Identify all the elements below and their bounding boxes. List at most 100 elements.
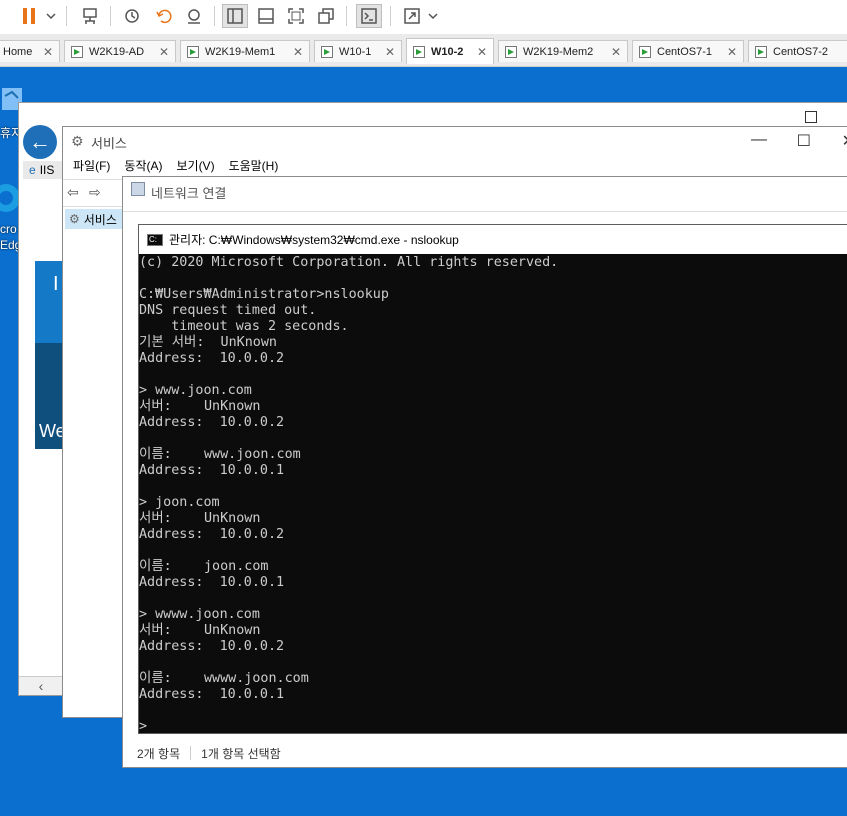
chevron-left-icon[interactable]: ‹ <box>39 678 44 694</box>
menu-file[interactable]: 파일(F) <box>73 157 110 177</box>
iis-tab[interactable]: e IIS <box>23 161 67 179</box>
vm-tab-bar: Home ✕ W2K19-AD ✕ W2K19-Mem1 ✕ W10-1 ✕ W… <box>0 34 847 67</box>
menu-bar: 파일(F) 동작(A) 보기(V) 도움말(H) <box>63 157 282 177</box>
tab-label: Home <box>3 45 33 58</box>
library-icon <box>258 8 274 24</box>
console-line: 서버: UnKnown <box>139 399 261 414</box>
tab-w2k19-mem2[interactable]: W2K19-Mem2 ✕ <box>498 40 628 62</box>
tab-w2k19-mem1[interactable]: W2K19-Mem1 ✕ <box>180 40 310 62</box>
stretch-dropdown-button[interactable] <box>426 4 440 28</box>
menu-action[interactable]: 동작(A) <box>124 157 162 177</box>
console-line: Address: 10.0.0.2 <box>139 527 285 542</box>
vm-icon <box>321 45 333 58</box>
vm-icon <box>505 45 517 58</box>
revert-snapshot-button[interactable] <box>152 4 176 28</box>
fullscreen-button[interactable] <box>284 4 308 28</box>
tab-label: W2K19-Mem2 <box>523 45 594 58</box>
sidebar-icon <box>227 8 243 24</box>
maximize-icon[interactable] <box>805 111 817 123</box>
console-line: timeout was 2 seconds. <box>139 319 349 334</box>
gear-icon: ⚙ <box>71 133 84 149</box>
network-icon <box>83 8 97 24</box>
vm-icon <box>187 45 199 58</box>
console-line: Address: 10.0.0.1 <box>139 575 285 590</box>
vm-icon <box>755 45 767 58</box>
close-button[interactable]: ✕ <box>842 131 847 151</box>
network-connections-icon <box>131 182 145 196</box>
send-ctrl-alt-del-button[interactable] <box>78 4 102 28</box>
console-output[interactable]: (c) 2020 Microsoft Corporation. All righ… <box>139 255 847 733</box>
edge-icon[interactable] <box>0 178 20 218</box>
divider <box>190 746 192 760</box>
vmware-toolbar <box>0 0 847 34</box>
back-arrow-icon[interactable]: ← <box>23 125 57 159</box>
tab-w10-1[interactable]: W10-1 ✕ <box>314 40 402 62</box>
close-icon[interactable]: ✕ <box>725 45 739 59</box>
console-line: 이름: www.joon.com <box>139 447 301 462</box>
cmd-window: C: 관리자: C:₩Windows₩system32₩cmd.exe - ns… <box>138 224 847 734</box>
console-line: 이름: wwww.joon.com <box>139 671 309 686</box>
close-icon[interactable]: ✕ <box>157 45 171 59</box>
console-line: > joon.com <box>139 495 220 510</box>
tree-item-services[interactable]: ⚙ 서비스 <box>65 209 125 229</box>
unity-icon <box>318 8 334 24</box>
console-line: Address: 10.0.0.2 <box>139 639 285 654</box>
tab-w2k19-ad[interactable]: W2K19-AD ✕ <box>64 40 176 62</box>
maximize-button[interactable]: ☐ <box>797 131 811 151</box>
tab-w10-2[interactable]: W10-2 ✕ <box>406 38 494 64</box>
back-arrow-icon[interactable]: ⇦ <box>67 184 79 201</box>
status-bar: 2개 항목 1개 항목 선택함 <box>123 739 847 767</box>
snapshot-button[interactable] <box>120 4 144 28</box>
window-title: 서비스 <box>91 136 127 151</box>
console-line: DNS request timed out. <box>139 303 317 318</box>
menu-help[interactable]: 도움말(H) <box>229 157 279 177</box>
window-title: 관리자: C:₩Windows₩system32₩cmd.exe - nsloo… <box>169 233 459 247</box>
stretch-icon <box>404 8 420 24</box>
vm-icon <box>639 45 651 58</box>
stretch-guest-button[interactable] <box>400 4 424 28</box>
snapshot-icon <box>125 9 139 23</box>
console-icon <box>361 8 377 24</box>
menu-view[interactable]: 보기(V) <box>176 157 214 177</box>
horizontal-scrollbar[interactable]: ‹ <box>19 676 63 695</box>
console-line: Address: 10.0.0.1 <box>139 463 285 478</box>
tab-label: W2K19-AD <box>89 45 145 58</box>
iis-tab-label: IIS <box>39 163 55 177</box>
tab-centos7-2[interactable]: CentOS7-2 <box>748 40 847 62</box>
close-icon[interactable]: ✕ <box>291 45 305 59</box>
cmd-title-bar[interactable]: C: 관리자: C:₩Windows₩system32₩cmd.exe - ns… <box>139 225 847 254</box>
close-icon[interactable]: ✕ <box>41 45 55 59</box>
console-line: Address: 10.0.0.1 <box>139 687 285 702</box>
power-dropdown-button[interactable] <box>44 4 58 28</box>
tab-centos7-1[interactable]: CentOS7-1 ✕ <box>632 40 744 62</box>
close-icon[interactable]: ✕ <box>475 45 489 59</box>
console-line: C:₩Users₩Administrator>nslookup <box>139 287 389 302</box>
close-icon[interactable]: ✕ <box>383 45 397 59</box>
divider <box>123 211 847 212</box>
tab-label: CentOS7-2 <box>773 45 829 58</box>
panel-letter: I <box>53 273 59 295</box>
close-icon[interactable]: ✕ <box>609 45 623 59</box>
chevron-down-icon <box>46 13 56 19</box>
thumbnail-bar-button[interactable] <box>254 4 278 28</box>
chevron-down-icon <box>428 13 438 19</box>
console-line: 이름: joon.com <box>139 559 269 574</box>
console-view-button[interactable] <box>356 4 382 28</box>
forward-arrow-icon[interactable]: ⇨ <box>89 184 101 201</box>
revert-icon <box>156 9 172 24</box>
unity-button[interactable] <box>314 4 338 28</box>
pause-button[interactable] <box>14 4 44 28</box>
gear-icon: ⚙ <box>69 212 80 226</box>
minimize-button[interactable]: — <box>751 131 767 149</box>
console-line: Address: 10.0.0.2 <box>139 415 285 430</box>
show-library-button[interactable] <box>222 4 248 28</box>
tab-label: CentOS7-1 <box>657 45 713 58</box>
tab-label: W10-2 <box>431 45 464 58</box>
tab-home[interactable]: Home ✕ <box>0 40 60 62</box>
snapshot-manager-button[interactable] <box>182 4 206 28</box>
tab-label: W2K19-Mem1 <box>205 45 276 58</box>
